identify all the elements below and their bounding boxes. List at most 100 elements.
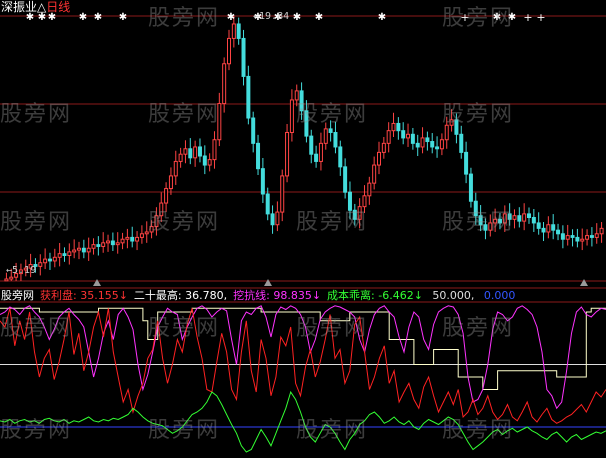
- candle-body: [541, 227, 546, 233]
- candle-body: [139, 233, 144, 238]
- watermark: 股旁网: [296, 316, 369, 341]
- candle-body: [285, 131, 290, 177]
- candle-body: [430, 141, 435, 148]
- candle-body: [212, 139, 217, 161]
- candle-body: [527, 213, 531, 219]
- candle-body: [110, 240, 115, 246]
- candle-body: [101, 242, 106, 247]
- candle-body: [386, 130, 391, 144]
- candle-body: [318, 142, 323, 162]
- candle-body: [120, 238, 125, 244]
- indicator-item-5: 0.000: [480, 289, 516, 302]
- candle-body: [517, 215, 522, 222]
- candle-body: [275, 211, 280, 226]
- watermark: 股旁网: [148, 102, 221, 127]
- candle-body: [580, 238, 585, 242]
- candle-body: [589, 235, 594, 238]
- watermark: 股旁网: [0, 102, 73, 127]
- candle-body: [62, 253, 67, 256]
- candle-body: [256, 142, 261, 170]
- watermark: 股旁网: [0, 316, 73, 341]
- high-price-label: ←19.84: [253, 11, 290, 22]
- cross-marker: +: [523, 11, 532, 24]
- candle-body: [381, 142, 386, 153]
- candle-body: [410, 133, 415, 144]
- candle-body: [96, 244, 101, 247]
- indicator-app-label: 股旁网: [1, 289, 34, 302]
- candle-body: [536, 222, 541, 229]
- candle-body: [570, 235, 575, 238]
- candle-body: [207, 159, 212, 166]
- cross-marker: +: [536, 11, 545, 24]
- candle-body: [52, 256, 57, 262]
- indicator-item-3: 成本乖离: -6.462↓: [327, 289, 423, 302]
- candle-body: [81, 247, 86, 253]
- candle-body: [236, 23, 241, 39]
- candle-body: [86, 247, 91, 253]
- indicator-item-0: 获利盘: 35.155↓: [40, 289, 128, 302]
- candle-body: [270, 213, 275, 226]
- watermark: 股旁网: [296, 418, 369, 443]
- watermark: 股旁网: [0, 418, 73, 443]
- candle-body: [546, 224, 551, 233]
- candle-body: [560, 233, 565, 240]
- candle-body: [183, 148, 188, 155]
- indicator-item-1: 二十最高: 36.780,: [133, 289, 228, 302]
- watermark: 股旁网: [442, 418, 515, 443]
- triangle-marker: [264, 279, 272, 286]
- candle-body: [565, 235, 570, 240]
- candle-body: [222, 63, 227, 105]
- candle-body: [77, 247, 81, 251]
- watermark: 股旁网: [442, 6, 515, 31]
- star-marker: ✱: [315, 12, 323, 23]
- candle-body: [227, 37, 231, 65]
- candle-body: [289, 99, 294, 133]
- candle-body: [464, 151, 469, 175]
- candle-body: [260, 168, 265, 195]
- candle-body: [193, 146, 198, 159]
- watermark: 股旁网: [0, 210, 73, 235]
- stock-chart-window: ✱ ✱ ✱ ✱ ✱ ✱ ✱ ✱ ✱ ✱ ✱ ✱ ✱ ✱ + + + 深振业△日线 ←19.84 ←5.19 股旁…: [0, 0, 606, 458]
- candle-body: [415, 142, 420, 148]
- triangle-marker: [93, 279, 101, 286]
- candle-body: [594, 233, 599, 238]
- candle-body: [38, 262, 43, 267]
- candle-body: [435, 146, 440, 150]
- indicator-grid: [0, 287, 606, 428]
- watermark: 股旁网: [442, 102, 515, 127]
- candle-body: [377, 151, 381, 166]
- candle-body: [333, 131, 338, 148]
- candle-body: [202, 155, 207, 166]
- candle-body: [188, 148, 193, 159]
- candle-body: [168, 175, 173, 190]
- watermark: 股旁网: [296, 102, 369, 127]
- triangle-icon: △: [37, 0, 47, 14]
- candle-body: [197, 146, 202, 157]
- market-name: 深振业: [1, 0, 38, 14]
- candle-body: [406, 133, 411, 139]
- indicator-item-2: 挖抗线: 98.835↓: [233, 289, 322, 302]
- candle-body: [551, 224, 556, 231]
- period-label[interactable]: 日线: [46, 0, 70, 14]
- candle-body: [575, 236, 580, 242]
- candle-body: [314, 153, 319, 162]
- candle-body: [280, 175, 285, 213]
- candle-body: [265, 193, 270, 215]
- candle-body: [72, 249, 77, 253]
- candle-body: [241, 37, 246, 77]
- star-marker: ✱: [378, 12, 386, 23]
- low-price-label: ←5.19: [6, 265, 37, 276]
- watermark: 股旁网: [148, 6, 221, 31]
- candle-body: [420, 137, 425, 148]
- indicator-item-4: 50.000,: [428, 289, 475, 302]
- candle-body: [556, 229, 561, 235]
- indicator-bar: 股旁网 获利盘: 35.155↓ 二十最高: 36.780, 挖抗线: 98.835↓…: [1, 290, 521, 302]
- watermark: 股旁网: [148, 210, 221, 235]
- candle-body: [367, 182, 372, 197]
- candle-body: [231, 23, 236, 39]
- candle-body: [130, 236, 135, 242]
- candle-body: [372, 164, 377, 184]
- watermark: 股旁网: [296, 210, 369, 235]
- candle-body: [599, 227, 604, 235]
- candle-body: [323, 128, 328, 144]
